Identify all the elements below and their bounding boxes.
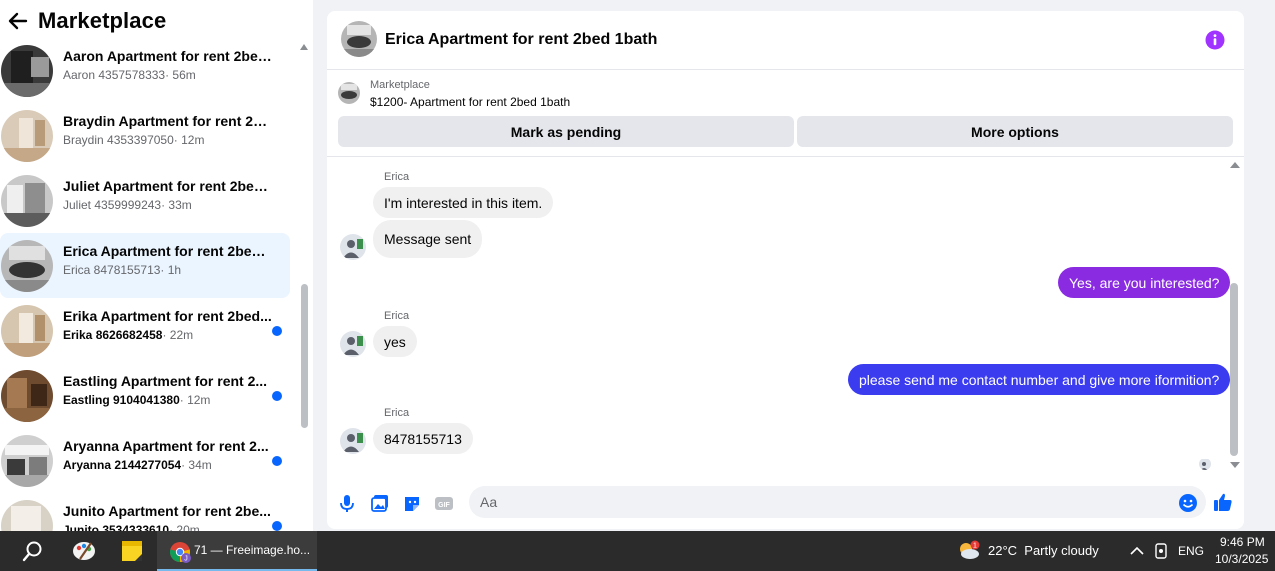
chevron-up-icon[interactable] [1128, 531, 1146, 571]
clock-time[interactable]: 9:46 PM [1220, 535, 1265, 549]
mark-as-pending-button[interactable]: Mark as pending [338, 116, 794, 147]
message-sender: Erica [384, 171, 410, 183]
conversation-subtitle: Erica 8478155713· 1h [63, 263, 182, 277]
conversation-title: Aryanna Apartment for rent 2... [63, 438, 269, 454]
unread-dot [272, 391, 282, 401]
unread-dot [272, 326, 282, 336]
chrome-window-title: 71 — Freeimage.ho... [194, 543, 311, 557]
listing-thumbnail [1, 44, 53, 97]
message-input[interactable] [469, 486, 1206, 518]
sidebar-scrollbar[interactable] [301, 284, 308, 428]
conversation-title: Juliet Apartment for rent 2bed 1... [63, 178, 273, 194]
weather-text[interactable]: 22°C Partly cloudy [988, 543, 1099, 558]
listing-source: Marketplace [370, 79, 430, 91]
listing-thumbnail [338, 82, 360, 104]
conversation-item[interactable]: Aaron Apartment for rent 2bed... Aaron 4… [0, 38, 290, 103]
incoming-message[interactable]: yes [373, 326, 417, 357]
conversation-title: Eastling Apartment for rent 2... [63, 373, 268, 389]
listing-thumbnail [1, 239, 53, 292]
listing-thumbnail [1, 369, 53, 422]
chat-panel: Erica Apartment for rent 2bed 1bath Mark… [327, 11, 1244, 529]
conversation-item[interactable]: Braydin Apartment for rent 2be... Braydi… [0, 103, 290, 168]
unread-dot [272, 456, 282, 466]
conversation-subtitle: Braydin 4353397050· 12m [63, 133, 205, 147]
conversation-item-active[interactable]: Erica Apartment for rent 2bed 1... Erica… [0, 233, 290, 298]
conversation-subtitle: Erika 8626682458· 22m [63, 328, 194, 342]
seen-receipt-avatar [1199, 458, 1211, 470]
conversation-item[interactable]: Aryanna Apartment for rent 2... Aryanna … [0, 428, 290, 493]
messages-scrollbar[interactable] [1230, 283, 1238, 456]
partly-cloudy-weather-icon[interactable]: 1 [955, 531, 983, 571]
conversation-subtitle: Junito 3534333610· 20m [63, 523, 200, 531]
paint-app-icon[interactable] [66, 531, 102, 571]
chrome-taskbar-button[interactable]: J 71 — Freeimage.ho... [157, 531, 317, 571]
clock-date[interactable]: 10/3/2025 [1215, 552, 1268, 566]
incoming-message[interactable]: I'm interested in this item. [373, 187, 554, 218]
emoji-icon[interactable] [1178, 493, 1198, 513]
message-sender: Erica [384, 310, 410, 322]
conversation-subtitle: Eastling 9104041380· 12m [63, 393, 211, 407]
incoming-message[interactable]: Message sent [373, 220, 483, 258]
chrome-profile-badge: J [184, 556, 188, 563]
weather-alert-badge: 1 [973, 543, 977, 550]
microphone-icon[interactable] [337, 493, 357, 513]
marketplace-listing-banner: Marketplace $1200- Apartment for rent 2b… [327, 71, 1244, 157]
sender-avatar[interactable] [340, 331, 366, 357]
sidebar-scroll-up-arrow-icon[interactable] [300, 44, 308, 50]
listing-thumbnail [1, 304, 53, 357]
conversation-subtitle: Aryanna 2144277054· 34m [63, 458, 212, 472]
listing-thumbnail [1, 499, 53, 531]
svg-text:GIF: GIF [438, 502, 450, 509]
screen-capture-icon[interactable] [1152, 531, 1170, 571]
conversation-title: Junito Apartment for rent 2be... [63, 503, 271, 519]
language-indicator[interactable]: ENG [1178, 544, 1204, 558]
listing-thumbnail [1, 174, 53, 227]
conversation-title: Aaron Apartment for rent 2bed... [63, 48, 273, 64]
conversation-list: Aaron Apartment for rent 2bed... Aaron 4… [0, 38, 296, 531]
windows-taskbar: J 71 — Freeimage.ho... 1 22°C Partly clo… [0, 531, 1275, 571]
conversation-title: Erica Apartment for rent 2bed 1... [63, 243, 273, 259]
chrome-icon: J [169, 541, 191, 563]
conversation-title: Erika Apartment for rent 2bed... [63, 308, 272, 324]
message-thread: Erica I'm interested in this item. Messa… [327, 158, 1244, 483]
chat-avatar[interactable] [341, 21, 377, 57]
message-sender: Erica [384, 407, 410, 419]
chat-header: Erica Apartment for rent 2bed 1bath [327, 11, 1244, 70]
sticky-notes-icon[interactable] [114, 531, 150, 571]
back-arrow-icon[interactable] [6, 9, 30, 33]
conversation-item[interactable]: Juliet Apartment for rent 2bed 1... Juli… [0, 168, 290, 233]
outgoing-message[interactable]: Yes, are you interested? [1058, 267, 1231, 298]
sidebar-title: Marketplace [38, 8, 167, 33]
sender-avatar[interactable] [340, 234, 366, 260]
conversation-item[interactable]: Erika Apartment for rent 2bed... Erika 8… [0, 298, 290, 363]
info-icon[interactable] [1205, 30, 1225, 50]
conversation-subtitle: Aaron 4357578333· 56m [63, 68, 196, 82]
messages-scroll-up-arrow-icon[interactable] [1230, 162, 1240, 168]
listing-thumbnail [1, 434, 53, 487]
photo-icon[interactable] [370, 493, 390, 513]
conversation-sidebar: Marketplace Aaron Apartment for rent 2be… [0, 0, 313, 531]
message-composer: GIF [327, 483, 1244, 529]
conversation-item[interactable]: Junito Apartment for rent 2be... Junito … [0, 493, 290, 531]
conversation-subtitle: Juliet 4359999243· 33m [63, 198, 192, 212]
messages-scroll-down-arrow-icon[interactable] [1230, 462, 1240, 468]
unread-dot [272, 521, 282, 531]
outgoing-message[interactable]: please send me contact number and give m… [848, 364, 1231, 395]
search-icon[interactable] [14, 531, 52, 571]
thumbs-up-icon[interactable] [1213, 492, 1233, 512]
sender-avatar[interactable] [340, 428, 366, 454]
more-options-button[interactable]: More options [797, 116, 1233, 147]
listing-title[interactable]: $1200- Apartment for rent 2bed 1bath [370, 95, 570, 109]
chat-title[interactable]: Erica Apartment for rent 2bed 1bath [385, 31, 657, 49]
listing-thumbnail [1, 109, 53, 162]
conversation-title: Braydin Apartment for rent 2be... [63, 113, 273, 129]
sidebar-header: Marketplace [0, 0, 313, 42]
sticker-icon[interactable] [402, 493, 422, 513]
conversation-item[interactable]: Eastling Apartment for rent 2... Eastlin… [0, 363, 290, 428]
incoming-message[interactable]: 8478155713 [373, 423, 473, 454]
gif-icon[interactable]: GIF [434, 493, 454, 513]
